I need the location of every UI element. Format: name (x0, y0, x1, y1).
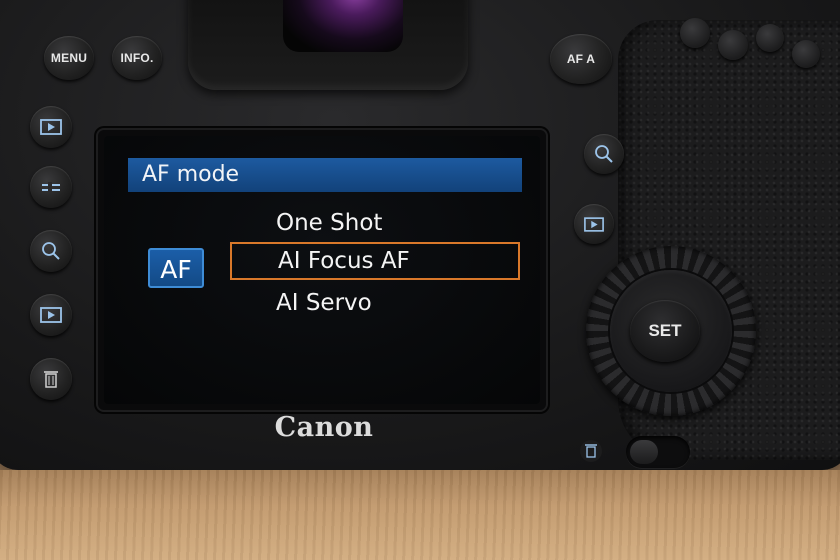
playback-icon (584, 216, 604, 232)
magnify-icon (594, 144, 614, 164)
option-ai-focus-af[interactable]: AI Focus AF (230, 242, 520, 280)
set-button[interactable]: SET (630, 300, 700, 362)
eyepiece-lens (283, 0, 403, 52)
playback-button[interactable] (30, 106, 72, 148)
playback-icon (40, 119, 62, 135)
trash-icon (43, 369, 59, 389)
flash-info-icon (40, 180, 62, 194)
delete-button[interactable] (30, 358, 72, 400)
multi-function-lock-switch[interactable] (626, 436, 690, 468)
info-button-label: INFO. (120, 51, 154, 65)
option-ai-servo[interactable]: AI Servo (230, 284, 520, 322)
magnify-icon (41, 241, 61, 261)
top-dial-button-3[interactable] (756, 24, 784, 52)
magnify-button[interactable] (30, 230, 72, 272)
canon-logo: Canon (274, 412, 374, 443)
top-dial-button-2[interactable] (718, 30, 748, 60)
playback-button-2[interactable] (30, 294, 72, 336)
info-button[interactable]: INFO. (112, 36, 162, 80)
viewfinder (188, 0, 468, 90)
menu-button-label: MENU (50, 51, 88, 65)
flash-info-button[interactable] (30, 166, 72, 208)
lock-switch-knob[interactable] (630, 440, 658, 464)
playback-button-right[interactable] (574, 204, 614, 244)
lcd-screen: AF mode AF One Shot AI Focus AF AI Servo (104, 136, 540, 404)
menu-title: AF mode (128, 158, 522, 192)
af-button[interactable]: AF A (550, 34, 612, 84)
wooden-table (0, 470, 840, 560)
playback-icon (40, 307, 62, 323)
trash-icon (580, 440, 602, 468)
delete-button-right[interactable] (580, 438, 602, 464)
menu-button[interactable]: MENU (44, 36, 94, 80)
option-one-shot[interactable]: One Shot (230, 204, 520, 242)
top-dial-button-4[interactable] (792, 40, 820, 68)
af-button-label: AF A (566, 52, 596, 66)
top-dial-button-1[interactable] (680, 18, 710, 48)
af-badge: AF (148, 248, 204, 288)
zoom-button[interactable] (584, 134, 624, 174)
